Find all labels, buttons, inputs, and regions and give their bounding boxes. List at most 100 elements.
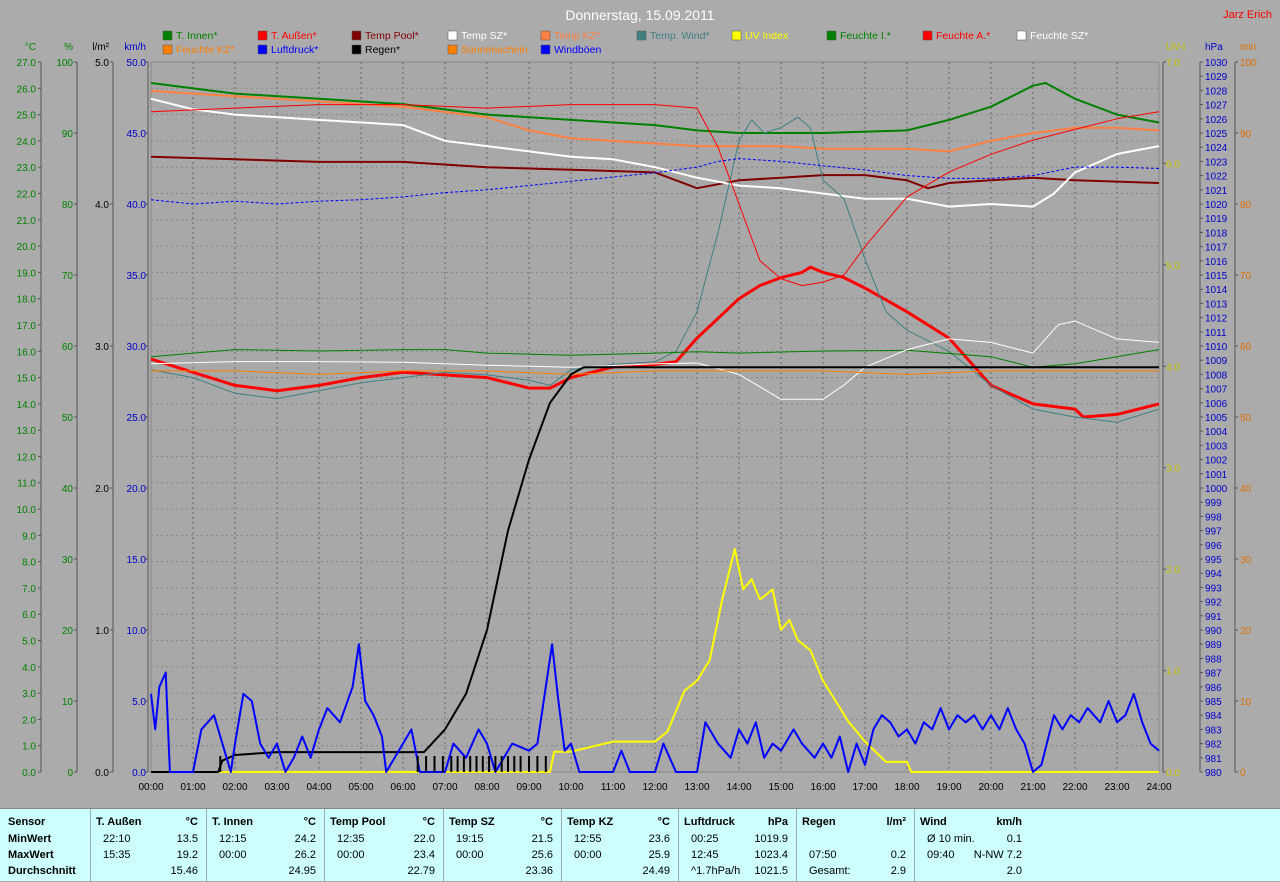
- stats-value: 1021.5: [754, 865, 788, 877]
- stats-column: Temp SZ °C 19:15 21.5 00:00 25.6 23.36: [443, 809, 561, 882]
- axis-pressure-tick-label: 1022: [1205, 172, 1228, 183]
- axis-sunshine-tick-label: 60: [1240, 342, 1252, 353]
- x-tick-label: 14:00: [726, 782, 751, 793]
- stats-value: 24.2: [294, 833, 316, 845]
- stats-time: 00:25: [691, 833, 719, 845]
- legend-label: Temp. Wind*: [650, 30, 710, 42]
- stats-column: T. Innen °C 12:15 24.2 00:00 26.2 24.95: [206, 809, 324, 882]
- stats-column: Wind km/h Ø 10 min. 0.1 09:40 N-NW 7.2 2.0: [914, 809, 1030, 882]
- legend-label: Temp SZ*: [461, 30, 507, 42]
- x-tick-label: 23:00: [1104, 782, 1129, 793]
- legend-swatch: [447, 44, 458, 55]
- axis-pressure-tick-label: 984: [1205, 711, 1222, 722]
- x-tick-label: 24:00: [1146, 782, 1171, 793]
- axis-celsius-tick-label: 15.0: [17, 374, 37, 385]
- legend-swatch: [540, 30, 551, 41]
- legend-swatch: [1016, 30, 1027, 41]
- axis-celsius-tick-label: 16.0: [17, 347, 37, 358]
- x-tick-label: 08:00: [474, 782, 499, 793]
- axis-pressure-tick-label: 1025: [1205, 129, 1228, 140]
- axis-percent-tick-label: 100: [56, 58, 73, 69]
- stats-time: 22:10: [103, 833, 131, 845]
- axis-wind-tick-label: 15.0: [127, 555, 147, 566]
- stats-column-name: Wind: [920, 816, 947, 828]
- axis-wind-tick-label: 50.0: [127, 58, 147, 69]
- axis-pressure-tick-label: 996: [1205, 541, 1222, 552]
- stats-column-name: Temp KZ: [567, 816, 614, 828]
- axis-sunshine-tick-label: 90: [1240, 129, 1252, 140]
- axis-pressure-tick-label: 1004: [1205, 427, 1228, 438]
- x-tick-label: 07:00: [432, 782, 457, 793]
- legend-label: Temp Pool*: [365, 30, 419, 42]
- x-tick-label: 04:00: [306, 782, 331, 793]
- axis-pressure-tick-label: 1010: [1205, 342, 1228, 353]
- axis-celsius-tick-label: 18.0: [17, 295, 37, 306]
- x-tick-label: 05:00: [348, 782, 373, 793]
- x-tick-label: 15:00: [768, 782, 793, 793]
- x-tick-label: 22:00: [1062, 782, 1087, 793]
- axis-celsius-tick-label: 20.0: [17, 242, 37, 253]
- axis-pressure-tick-label: 1007: [1205, 385, 1228, 396]
- legend-swatch: [351, 30, 362, 41]
- stats-column-name: T. Innen: [212, 816, 253, 828]
- axis-pressure-tick-label: 994: [1205, 569, 1222, 580]
- stats-time: 12:45: [691, 849, 719, 861]
- axis-celsius-tick-label: 3.0: [22, 689, 36, 700]
- axis-pressure-tick-label: 1003: [1205, 441, 1228, 452]
- axis-uv-tick-label: 7.0: [1166, 58, 1180, 69]
- x-tick-label: 11:00: [601, 782, 626, 793]
- stats-column: Luftdruck hPa 00:25 1019.9 12:45 1023.4 ^1.7hP…: [678, 809, 796, 882]
- axis-celsius-tick-label: 21.0: [17, 216, 37, 227]
- axis-percent-tick-label: 20: [62, 626, 74, 637]
- axis-wind-tick-label: 10.0: [127, 626, 147, 637]
- legend-swatch: [257, 30, 268, 41]
- axis-pressure-tick-label: 1016: [1205, 257, 1228, 268]
- stats-value: 23.6: [648, 833, 670, 845]
- legend-label: Feuchte SZ*: [1030, 30, 1088, 42]
- axis-wind-tick-label: 45.0: [127, 129, 147, 140]
- axis-pressure-tick-label: 1001: [1205, 470, 1228, 481]
- axis-sunshine-tick-label: 70: [1240, 271, 1252, 282]
- axis-pressure-tick-label: 1024: [1205, 143, 1228, 154]
- author-label: Jarz Erich: [1223, 9, 1272, 21]
- axis-celsius-tick-label: 6.0: [22, 610, 36, 621]
- stats-value: 21.5: [531, 833, 553, 845]
- stats-value: 25.6: [531, 849, 553, 861]
- axis-rain-tick-label: 2.0: [95, 484, 109, 495]
- stats-value: 13.5: [176, 833, 198, 845]
- weather-chart: 00:00 01:00 02:00 03:00 04:00 05:00 06:00 07:00…: [17, 7, 1272, 793]
- axis-pressure-tick-label: 1027: [1205, 101, 1228, 112]
- axis-percent-unit: %: [64, 42, 73, 53]
- axis-pressure-tick-label: 1028: [1205, 86, 1228, 97]
- axis-celsius-unit: °C: [25, 42, 36, 53]
- stats-column-unit: °C: [185, 816, 198, 828]
- axis-pressure-unit: hPa: [1205, 42, 1223, 53]
- axis-wind-tick-label: 20.0: [127, 484, 147, 495]
- axis-sunshine-tick-label: 0: [1240, 768, 1246, 779]
- stats-column-unit: °C: [303, 816, 316, 828]
- legend-label: Feuchte I.*: [840, 30, 891, 42]
- axis-celsius-tick-label: 26.0: [17, 84, 37, 95]
- stats-row-label: Durchschnitt: [8, 865, 76, 877]
- x-tick-label: 09:00: [516, 782, 541, 793]
- axis-pressure-tick-label: 983: [1205, 725, 1222, 736]
- axis-sunshine-unit: min: [1240, 42, 1256, 53]
- stats-column-labels: Sensor MinWert MaxWert Durchschnitt: [0, 809, 90, 882]
- legend-swatch: [257, 44, 268, 55]
- stats-value: 0.1: [1006, 833, 1022, 845]
- axis-celsius-tick-label: 0.0: [22, 768, 36, 779]
- axis-celsius-tick-label: 1.0: [22, 742, 36, 753]
- stats-value: 22.79: [407, 865, 435, 877]
- axis-celsius-tick-label: 19.0: [17, 268, 37, 279]
- axis-celsius-tick-label: 7.0: [22, 584, 36, 595]
- axis-pressure-tick-label: 1000: [1205, 484, 1228, 495]
- axis-wind-unit: km/h: [124, 42, 146, 53]
- stats-value: 2.9: [890, 865, 906, 877]
- axis-celsius-tick-label: 25.0: [17, 111, 37, 122]
- legend-label: Windböen: [554, 44, 601, 56]
- axis-pressure-tick-label: 995: [1205, 555, 1222, 566]
- axis-wind-tick-label: 40.0: [127, 200, 147, 211]
- legend-swatch: [162, 44, 173, 55]
- legend-swatch: [922, 30, 933, 41]
- axis-percent-tick-label: 40: [62, 484, 74, 495]
